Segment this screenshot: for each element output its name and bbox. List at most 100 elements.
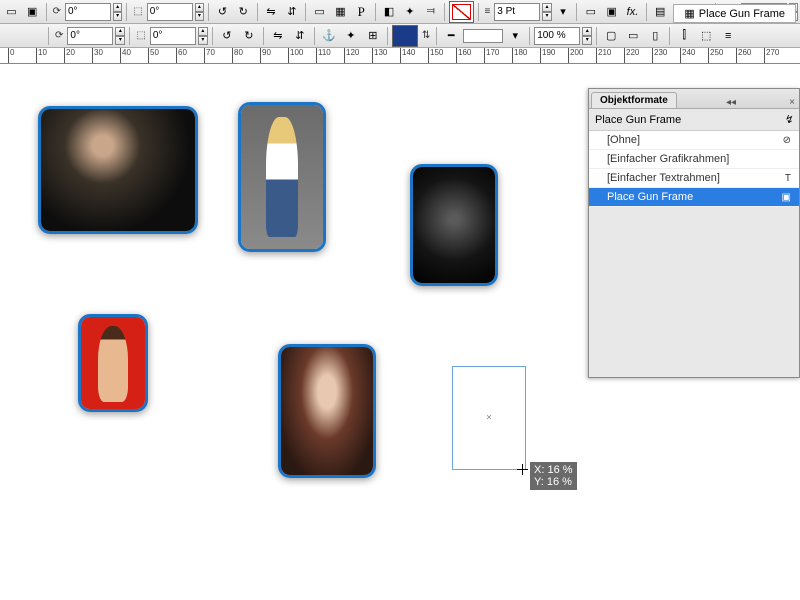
panel-header: Place Gun Frame ↯ [589,109,799,131]
blank-icon[interactable] [2,26,22,46]
stepper[interactable]: ▴▾ [582,27,592,45]
ruler-tick: 180 [512,48,527,64]
ruler-tick: 80 [232,48,243,64]
flip-h-icon[interactable]: ⇋ [268,26,288,46]
ruler-tick: 270 [764,48,779,64]
frame-empty-icon: × [486,413,492,424]
coord-y-value: 16 % [547,476,572,488]
ruler-tick: 250 [708,48,723,64]
panel-item[interactable]: [Ohne] ⊘ [589,131,799,150]
ruler-tick: 110 [316,48,331,64]
stroke-none-swatch[interactable] [449,1,473,23]
rotate-cw-icon[interactable]: ↻ [234,2,253,22]
star-icon[interactable]: ✦ [341,26,361,46]
panel-collapse-icon[interactable]: ◂◂ [722,97,740,108]
shear-input-1[interactable] [147,3,193,21]
ruler-tick: 230 [652,48,667,64]
anchor-icon[interactable]: ⚓ [319,26,339,46]
text-wrap-bounding-icon[interactable]: ▣ [602,2,621,22]
image-frame-2[interactable] [238,102,326,252]
rotate-ccw-icon[interactable]: ↺ [217,26,237,46]
ruler-tick: 170 [484,48,499,64]
panel-close-icon[interactable]: × [785,97,799,108]
ruler-tick: 220 [624,48,639,64]
object-style-indicator[interactable]: ▦ Place Gun Frame [673,4,796,23]
blank-icon[interactable] [24,26,44,46]
ruler-tick: 40 [120,48,131,64]
stroke-style-icon[interactable]: ━ [441,26,461,46]
ruler-tick: 160 [456,48,471,64]
align-left-icon[interactable]: ▤ [651,2,670,22]
align-icon[interactable]: ≡ [718,26,738,46]
corner-options-icon[interactable]: ◧ [380,2,399,22]
rotate-icon: ⟳ [51,6,63,17]
fx-icon[interactable]: fx. [623,2,642,22]
stepper[interactable]: ▴▾ [195,3,204,21]
rotation-input-2[interactable] [67,27,113,45]
wrap-column-icon[interactable]: ▯ [645,26,665,46]
image-photo-2 [241,105,323,249]
coordinate-tooltip: X: 16 % Y: 16 % [530,462,577,490]
text-wrap-none-icon[interactable]: ▭ [581,2,600,22]
placement-frame[interactable]: × [452,366,526,470]
rotate-ccw-icon[interactable]: ↺ [213,2,232,22]
wrap-jump-icon[interactable]: ▭ [623,26,643,46]
ruler-tick: 190 [540,48,555,64]
panel-item[interactable]: [Einfacher Grafikrahmen] [589,150,799,169]
container-icon[interactable]: ▭ [2,2,21,22]
stepper[interactable]: ▴▾ [113,3,122,21]
stepper[interactable]: ▴▾ [542,3,551,21]
dist-h-icon[interactable]: ⫿ [674,26,694,46]
style-icon: ▦ [684,7,694,20]
ruler-tick: 50 [148,48,159,64]
image-frame-5[interactable] [278,344,376,478]
panel-item-label: [Einfacher Grafikrahmen] [607,153,729,165]
rotation-input-1[interactable] [65,3,111,21]
text-tool-icon[interactable]: P [352,2,371,22]
panel-item[interactable]: Place Gun Frame▣ [589,188,799,207]
stroke-weight-input[interactable] [494,3,540,21]
flip-v-icon[interactable]: ⇵ [290,26,310,46]
image-frame-4[interactable] [78,314,148,412]
dist-v-icon[interactable]: ⬚ [696,26,716,46]
panel-item-label: [Einfacher Textrahmen] [607,172,720,184]
wrap-shape-icon[interactable]: ▢ [601,26,621,46]
select-content-icon[interactable]: ▦ [331,2,350,22]
rotate-cw-icon[interactable]: ↻ [239,26,259,46]
gap-icon[interactable]: ⫤ [421,2,440,22]
select-parent-icon[interactable]: ▭ [310,2,329,22]
panel-item[interactable]: [Einfacher Textrahmen]T [589,169,799,188]
zoom-input[interactable] [534,27,580,45]
stroke-style-dropdown[interactable] [463,29,503,43]
snap-icon[interactable]: ⊞ [363,26,383,46]
ruler-tick: 70 [204,48,215,64]
coord-x-value: 16 % [547,464,572,476]
ruler-tick: 100 [288,48,303,64]
ruler-tick: 60 [176,48,187,64]
shear-icon: ⬚ [131,6,144,17]
shear-input-2[interactable] [150,27,196,45]
ruler-tick: 240 [680,48,695,64]
swap-icon[interactable]: ⇅ [420,30,432,41]
stepper[interactable]: ▴▾ [115,27,125,45]
ruler-tick: 150 [428,48,443,64]
ruler-tick: 260 [736,48,751,64]
panel-item-icon: ⊘ [783,135,791,146]
ruler-tick: 200 [568,48,583,64]
effects-icon[interactable]: ✦ [400,2,419,22]
ruler-tick: 210 [596,48,611,64]
panel-item-label: [Ohne] [607,134,640,146]
fill-swatch[interactable] [392,25,418,47]
image-frame-3[interactable] [410,164,498,286]
image-frame-1[interactable] [38,106,198,234]
panel-menu-icon[interactable]: ↯ [784,113,793,126]
panel-empty-area [589,207,799,377]
flip-v-icon[interactable]: ⇵ [282,2,301,22]
flip-h-icon[interactable]: ⇋ [262,2,281,22]
chevron-down-icon[interactable]: ▾ [554,2,573,22]
panel-tab-objektformate[interactable]: Objektformate [591,92,677,108]
shear-icon: ⬚ [134,30,147,41]
content-icon[interactable]: ▣ [23,2,42,22]
stepper[interactable]: ▴▾ [198,27,208,45]
chevron-down-icon[interactable]: ▾ [505,26,525,46]
